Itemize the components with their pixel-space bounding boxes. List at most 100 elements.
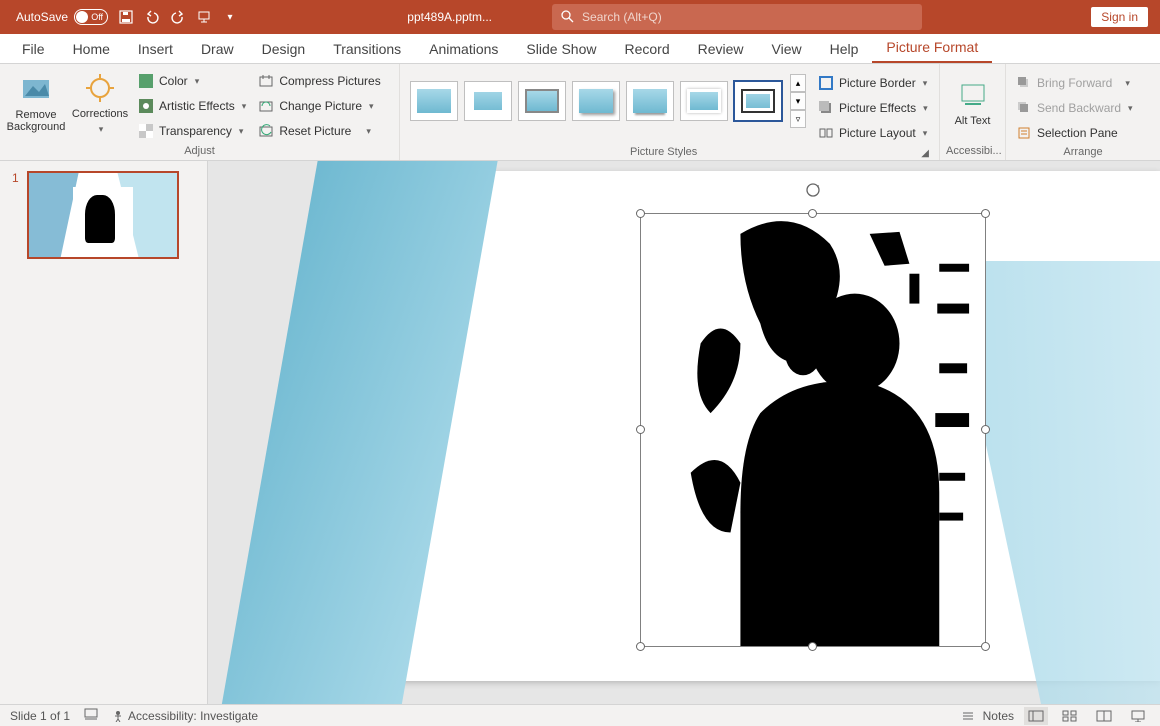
selection-icon: [1016, 125, 1032, 141]
group-arrange-label: Arrange: [1012, 144, 1154, 161]
normal-view-button[interactable]: [1024, 707, 1048, 725]
gallery-more-button[interactable]: ▿: [790, 110, 806, 128]
resize-handle-tl[interactable]: [636, 209, 645, 218]
style-thumb-5[interactable]: [626, 81, 674, 121]
group-picture-styles: ▴ ▾ ▿ Picture Border▾ Picture Effects▾ P…: [400, 64, 940, 160]
alt-text-label: Alt Text: [955, 115, 991, 127]
chevron-down-icon: ▾: [99, 124, 104, 135]
selected-picture[interactable]: [640, 213, 986, 647]
resize-handle-mr[interactable]: [981, 425, 990, 434]
tab-transitions[interactable]: Transitions: [319, 35, 415, 63]
chevron-down-icon: ▾: [923, 78, 928, 89]
selection-pane-button[interactable]: Selection Pane: [1012, 122, 1137, 144]
slide[interactable]: [320, 171, 1160, 681]
alt-text-button[interactable]: Alt Text: [946, 68, 999, 138]
chevron-down-icon: ▾: [923, 128, 928, 139]
resize-handle-ml[interactable]: [636, 425, 645, 434]
remove-background-button[interactable]: Remove Background: [6, 68, 66, 138]
toggle-state: Off: [91, 12, 103, 22]
accessibility-status[interactable]: Accessibility: Investigate: [112, 709, 258, 723]
group-accessibility: Alt Text Accessibi...: [940, 64, 1006, 160]
signin-button[interactable]: Sign in: [1091, 7, 1148, 27]
artistic-icon: [138, 98, 154, 114]
undo-icon[interactable]: [144, 9, 160, 25]
resize-handle-bm[interactable]: [808, 642, 817, 651]
reading-view-button[interactable]: [1092, 707, 1116, 725]
resize-handle-bl[interactable]: [636, 642, 645, 651]
transparency-button[interactable]: Transparency▾: [134, 120, 250, 142]
tab-slideshow[interactable]: Slide Show: [512, 35, 610, 63]
picture-layout-button[interactable]: Picture Layout ▾: [814, 122, 932, 144]
qat-more-icon[interactable]: ▾: [222, 9, 238, 25]
artistic-label: Artistic Effects: [159, 99, 235, 113]
search-box[interactable]: [552, 4, 922, 30]
tab-insert[interactable]: Insert: [124, 35, 187, 63]
tab-record[interactable]: Record: [610, 35, 683, 63]
notes-button[interactable]: Notes: [963, 709, 1014, 723]
gallery-down-button[interactable]: ▾: [790, 92, 806, 110]
slideshow-view-button[interactable]: [1126, 707, 1150, 725]
style-thumb-3[interactable]: [518, 81, 566, 121]
search-icon: [560, 9, 574, 26]
toggle-switch[interactable]: Off: [74, 9, 108, 25]
status-bar: Slide 1 of 1 Accessibility: Investigate …: [0, 704, 1160, 726]
tab-home[interactable]: Home: [59, 35, 124, 63]
slide-info: Slide 1 of 1: [10, 709, 70, 723]
tab-view[interactable]: View: [758, 35, 816, 63]
chevron-down-icon: ▾: [369, 101, 374, 112]
rotate-handle[interactable]: [805, 182, 821, 198]
layout-label: Picture Layout: [839, 126, 916, 140]
gallery-up-button[interactable]: ▴: [790, 74, 806, 92]
styles-dialog-launcher[interactable]: ◢: [921, 148, 933, 161]
slide-thumbnail[interactable]: [27, 171, 179, 259]
style-thumb-6[interactable]: [680, 81, 728, 121]
compress-icon: [258, 73, 274, 89]
chevron-down-icon: ▾: [1128, 103, 1133, 114]
sorter-view-button[interactable]: [1058, 707, 1082, 725]
compress-pictures-button[interactable]: Compress Pictures: [254, 70, 384, 92]
resize-handle-tr[interactable]: [981, 209, 990, 218]
tab-picture-format[interactable]: Picture Format: [872, 33, 992, 63]
alt-text-icon: [957, 79, 989, 111]
reset-label: Reset Picture: [279, 124, 351, 138]
style-thumb-2[interactable]: [464, 81, 512, 121]
effects-icon: [818, 100, 834, 116]
save-icon[interactable]: [118, 9, 134, 25]
chevron-down-icon: ▾: [923, 103, 928, 114]
style-thumb-7[interactable]: [734, 81, 782, 121]
style-thumb-1[interactable]: [410, 81, 458, 121]
picture-effects-button[interactable]: Picture Effects▾: [814, 97, 932, 119]
resize-handle-tm[interactable]: [808, 209, 817, 218]
tab-design[interactable]: Design: [248, 35, 320, 63]
change-picture-button[interactable]: Change Picture▾: [254, 95, 384, 117]
corrections-button[interactable]: Corrections ▾: [70, 68, 130, 138]
reset-picture-button[interactable]: Reset Picture▾: [254, 120, 384, 142]
slide-bg-left: [217, 161, 503, 704]
artistic-effects-button[interactable]: Artistic Effects▾: [134, 95, 250, 117]
picture-border-button[interactable]: Picture Border▾: [814, 72, 932, 94]
bring-forward-button[interactable]: Bring Forward▾: [1012, 72, 1137, 94]
tab-strip: File Home Insert Draw Design Transitions…: [0, 34, 1160, 64]
color-button[interactable]: Color▾: [134, 70, 250, 92]
tab-draw[interactable]: Draw: [187, 35, 248, 63]
chevron-down-icon: ▾: [195, 76, 200, 87]
redo-icon[interactable]: [170, 9, 186, 25]
slide-number: 1: [12, 171, 19, 185]
thumbnail-pane[interactable]: 1: [0, 161, 208, 704]
backward-label: Send Backward: [1037, 101, 1121, 115]
search-input[interactable]: [582, 10, 914, 24]
send-backward-button[interactable]: Send Backward ▾: [1012, 97, 1137, 119]
chevron-down-icon: ▾: [239, 126, 244, 137]
autosave-toggle[interactable]: AutoSave Off: [16, 9, 108, 25]
canvas-area[interactable]: [208, 161, 1160, 704]
group-adjust: Remove Background Corrections ▾ Color▾ A…: [0, 64, 400, 160]
slide-thumb-1[interactable]: 1: [12, 171, 195, 259]
resize-handle-br[interactable]: [981, 642, 990, 651]
present-icon[interactable]: [196, 9, 212, 25]
tab-review[interactable]: Review: [684, 35, 758, 63]
tab-animations[interactable]: Animations: [415, 35, 512, 63]
tab-file[interactable]: File: [8, 35, 59, 63]
style-thumb-4[interactable]: [572, 81, 620, 121]
notes-view-icon[interactable]: [84, 708, 98, 723]
tab-help[interactable]: Help: [816, 35, 873, 63]
